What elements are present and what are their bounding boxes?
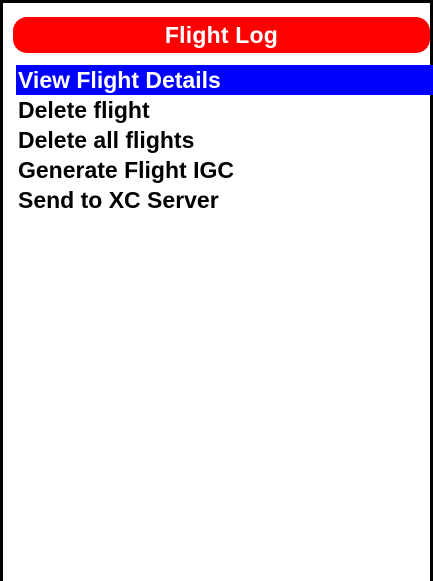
title-bar: Flight Log (13, 17, 430, 53)
screen-frame: Flight Log View Flight Details Delete fl… (0, 0, 433, 581)
page-title: Flight Log (164, 21, 279, 48)
menu-item-delete-flight[interactable]: Delete flight (16, 95, 433, 125)
menu-item-view-flight-details[interactable]: View Flight Details (16, 65, 433, 95)
flight-log-menu: View Flight Details Delete flight Delete… (16, 65, 433, 215)
menu-item-delete-all-flights[interactable]: Delete all flights (16, 125, 433, 155)
menu-item-send-to-xc-server[interactable]: Send to XC Server (16, 185, 433, 215)
menu-item-generate-flight-igc[interactable]: Generate Flight IGC (16, 155, 433, 185)
